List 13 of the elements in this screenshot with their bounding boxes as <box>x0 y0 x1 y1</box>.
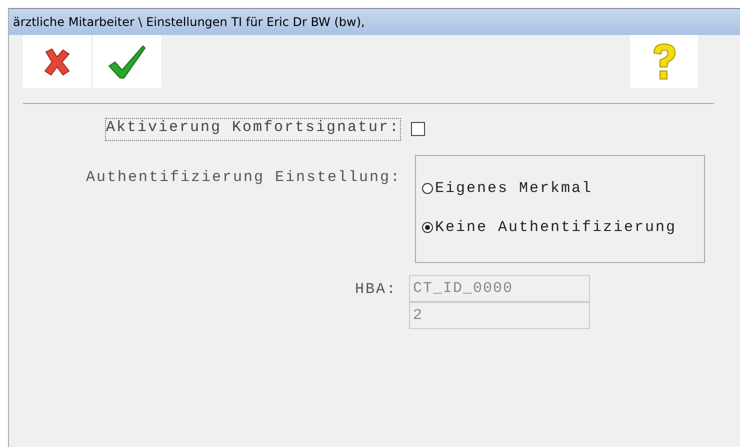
ok-button[interactable] <box>93 35 161 88</box>
field-label: HBA: <box>354 281 397 298</box>
radio-option[interactable]: Eigenes Merkmal <box>422 180 593 197</box>
cross-icon <box>42 46 72 78</box>
checkmark-icon <box>107 44 147 80</box>
field-label: Authentifizierung Einstellung: <box>86 169 401 186</box>
question-mark-icon <box>651 42 677 80</box>
radio-option[interactable]: Keine Authentifizierung <box>422 219 677 236</box>
checkbox[interactable] <box>411 122 425 136</box>
field-label: Aktivierung Komfortsignatur: <box>104 118 401 141</box>
help-button[interactable] <box>630 35 698 88</box>
cancel-button[interactable] <box>23 35 91 88</box>
window-title: ärztliche Mitarbeiter \ Einstellungen TI für Eric Dr BW (bw), <box>13 15 365 29</box>
